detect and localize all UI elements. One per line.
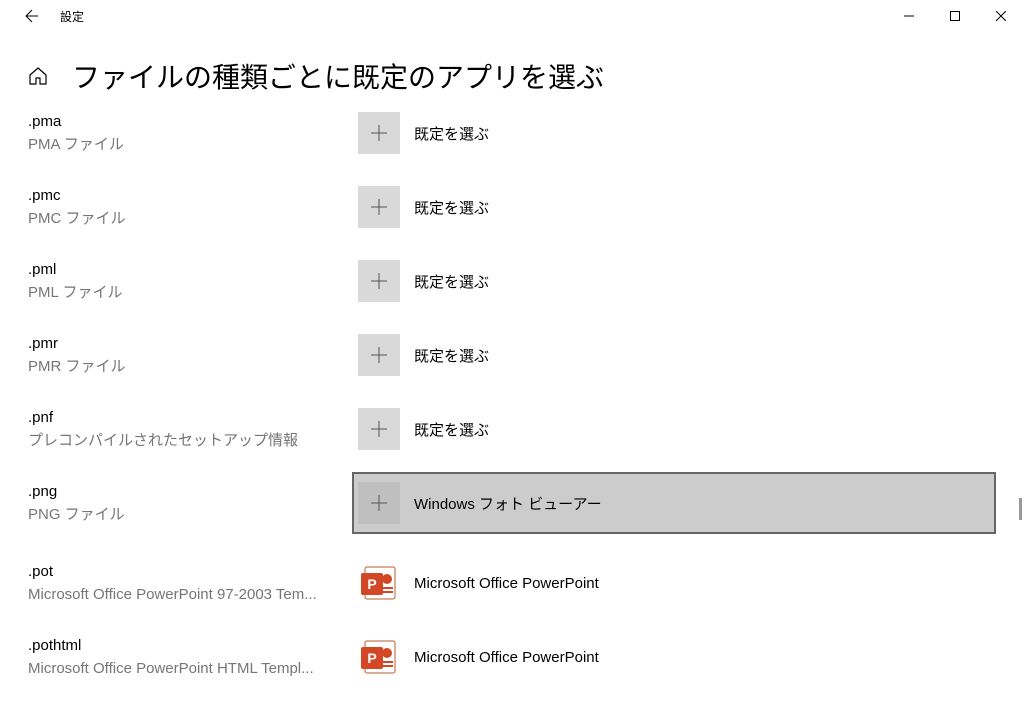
file-extension: .pml [28,260,358,280]
maximize-button[interactable] [932,0,978,32]
close-icon [996,11,1006,21]
plus-icon [358,112,400,154]
file-info: .pngPNG ファイル [28,482,358,525]
file-row: .potMicrosoft Office PowerPoint 97-2003 … [28,562,996,608]
app-label: Windows フォト ビューアー [414,493,602,514]
file-row: .pngPNG ファイル Windows フォト ビューアー [28,482,996,534]
plus-icon [358,260,400,302]
powerpoint-icon [358,562,400,604]
minimize-icon [904,11,914,21]
page-title: ファイルの種類ごとに既定のアプリを選ぶ [72,56,604,96]
file-description: Microsoft Office PowerPoint HTML Templ..… [28,658,358,679]
app-choice-button[interactable]: Windows フォト ビューアー [352,472,996,534]
plus-icon [358,482,400,524]
arrow-left-icon [24,8,40,24]
file-extension: .pnf [28,408,358,428]
app-choice-button[interactable]: 既定を選ぶ [358,260,489,302]
file-row: .pmrPMR ファイル 既定を選ぶ [28,334,996,380]
close-button[interactable] [978,0,1024,32]
file-description: プレコンパイルされたセットアップ情報 [28,430,358,451]
back-button[interactable] [8,0,56,32]
app-choice-button[interactable]: 既定を選ぶ [358,408,489,450]
app-label: 既定を選ぶ [414,419,489,440]
app-choice-button[interactable]: Microsoft Office PowerPoint [358,636,599,678]
window-controls [886,0,1024,32]
content-area: ファイルの種類ごとに既定のアプリを選ぶ .pmaPMA ファイル既定を選ぶ.pm… [0,32,1024,682]
home-icon[interactable] [28,66,48,86]
scrollbar-thumb[interactable] [1019,498,1022,520]
file-info: .pmaPMA ファイル [28,112,358,155]
app-label: 既定を選ぶ [414,123,489,144]
window-title: 設定 [60,8,84,25]
file-row: .pothtmlMicrosoft Office PowerPoint HTML… [28,636,996,682]
file-row: .pmaPMA ファイル 既定を選ぶ [28,112,996,158]
app-choice-button[interactable]: Microsoft Office PowerPoint [358,562,599,604]
file-extension: .png [28,482,358,502]
titlebar: 設定 [0,0,1024,32]
file-description: PML ファイル [28,282,358,303]
file-type-list: .pmaPMA ファイル既定を選ぶ.pmcPMC ファイル既定を選ぶ.pmlPM… [28,112,996,682]
page-header: ファイルの種類ごとに既定のアプリを選ぶ [28,56,996,96]
file-info: .pmcPMC ファイル [28,186,358,229]
app-label: Microsoft Office PowerPoint [414,649,599,666]
maximize-icon [950,11,960,21]
file-info: .pmlPML ファイル [28,260,358,303]
file-description: PMC ファイル [28,208,358,229]
file-extension: .pothtml [28,636,358,656]
file-extension: .pma [28,112,358,132]
file-info: .potMicrosoft Office PowerPoint 97-2003 … [28,562,358,605]
file-row: .pnfプレコンパイルされたセットアップ情報 既定を選ぶ [28,408,996,454]
file-description: PMA ファイル [28,134,358,155]
file-info: .pothtmlMicrosoft Office PowerPoint HTML… [28,636,358,679]
file-description: Microsoft Office PowerPoint 97-2003 Tem.… [28,584,358,605]
file-row: .pmlPML ファイル 既定を選ぶ [28,260,996,306]
file-extension: .pmr [28,334,358,354]
plus-icon [358,186,400,228]
file-description: PMR ファイル [28,356,358,377]
app-label: 既定を選ぶ [414,271,489,292]
file-extension: .pot [28,562,358,582]
file-info: .pmrPMR ファイル [28,334,358,377]
minimize-button[interactable] [886,0,932,32]
app-choice-button[interactable]: 既定を選ぶ [358,186,489,228]
file-info: .pnfプレコンパイルされたセットアップ情報 [28,408,358,451]
plus-icon [358,334,400,376]
app-label: 既定を選ぶ [414,345,489,366]
app-choice-button[interactable]: 既定を選ぶ [358,334,489,376]
app-label: 既定を選ぶ [414,197,489,218]
app-choice-button[interactable]: 既定を選ぶ [358,112,489,154]
file-extension: .pmc [28,186,358,206]
file-row: .pmcPMC ファイル 既定を選ぶ [28,186,996,232]
powerpoint-icon [358,636,400,678]
file-description: PNG ファイル [28,504,358,525]
app-label: Microsoft Office PowerPoint [414,575,599,592]
plus-icon [358,408,400,450]
